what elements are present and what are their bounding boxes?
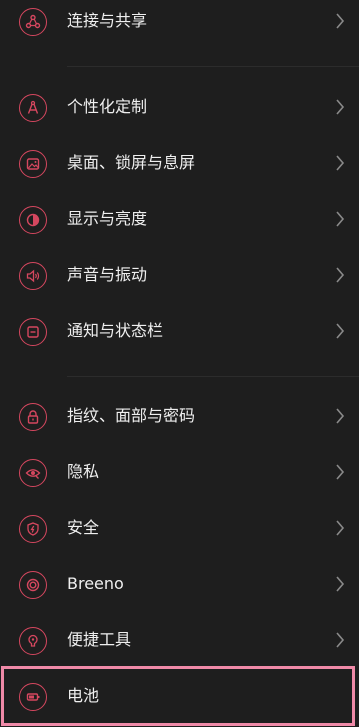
section-divider xyxy=(67,376,359,377)
settings-item-label: 连接与共享 xyxy=(67,11,148,30)
lock-icon xyxy=(19,403,47,431)
settings-item-label: 安全 xyxy=(67,518,100,537)
settings-item-sound-vibration[interactable]: 声音与振动 xyxy=(0,250,359,306)
settings-item-label: 指纹、面部与密码 xyxy=(67,406,196,425)
settings-item-convenience-tools[interactable]: 便捷工具 xyxy=(0,615,359,671)
chevron-right-icon xyxy=(336,408,345,424)
privacy-eye-icon xyxy=(19,459,47,487)
settings-item-label: Breeno xyxy=(67,574,124,593)
security-shield-icon xyxy=(19,515,47,543)
settings-item-label: 隐私 xyxy=(67,462,100,481)
settings-item-breeno[interactable]: Breeno xyxy=(0,559,359,615)
highlight-frame xyxy=(1,666,355,726)
chevron-right-icon xyxy=(336,323,345,339)
settings-item-personalization[interactable]: 个性化定制 xyxy=(0,82,359,138)
chevron-right-icon xyxy=(336,576,345,592)
share-icon xyxy=(19,8,47,36)
settings-item-label: 声音与振动 xyxy=(67,265,148,284)
settings-item-label: 通知与状态栏 xyxy=(67,321,164,340)
breeno-icon xyxy=(19,571,47,599)
chevron-right-icon xyxy=(336,632,345,648)
settings-item-connection-sharing[interactable]: 连接与共享 xyxy=(0,0,359,52)
section-divider xyxy=(67,66,359,67)
chevron-right-icon xyxy=(336,520,345,536)
settings-item-privacy[interactable]: 隐私 xyxy=(0,447,359,503)
wallpaper-icon xyxy=(19,150,47,178)
brightness-icon xyxy=(19,206,47,234)
tools-icon xyxy=(19,627,47,655)
chevron-right-icon xyxy=(336,13,345,29)
chevron-right-icon xyxy=(336,99,345,115)
sound-icon xyxy=(19,262,47,290)
chevron-right-icon xyxy=(336,211,345,227)
settings-item-label: 个性化定制 xyxy=(67,97,148,116)
chevron-right-icon xyxy=(336,267,345,283)
settings-item-display-brightness[interactable]: 显示与亮度 xyxy=(0,194,359,250)
notification-icon xyxy=(19,318,47,346)
settings-item-notification-statusbar[interactable]: 通知与状态栏 xyxy=(0,306,359,362)
settings-item-label: 显示与亮度 xyxy=(67,209,148,228)
settings-item-desktop-lockscreen[interactable]: 桌面、锁屏与息屏 xyxy=(0,138,359,194)
settings-item-label: 桌面、锁屏与息屏 xyxy=(67,153,196,172)
chevron-right-icon xyxy=(336,464,345,480)
settings-item-fingerprint-face-password[interactable]: 指纹、面部与密码 xyxy=(0,391,359,447)
chevron-right-icon xyxy=(336,155,345,171)
settings-item-label: 便捷工具 xyxy=(67,630,132,649)
personalize-icon xyxy=(19,94,47,122)
settings-item-security[interactable]: 安全 xyxy=(0,503,359,559)
